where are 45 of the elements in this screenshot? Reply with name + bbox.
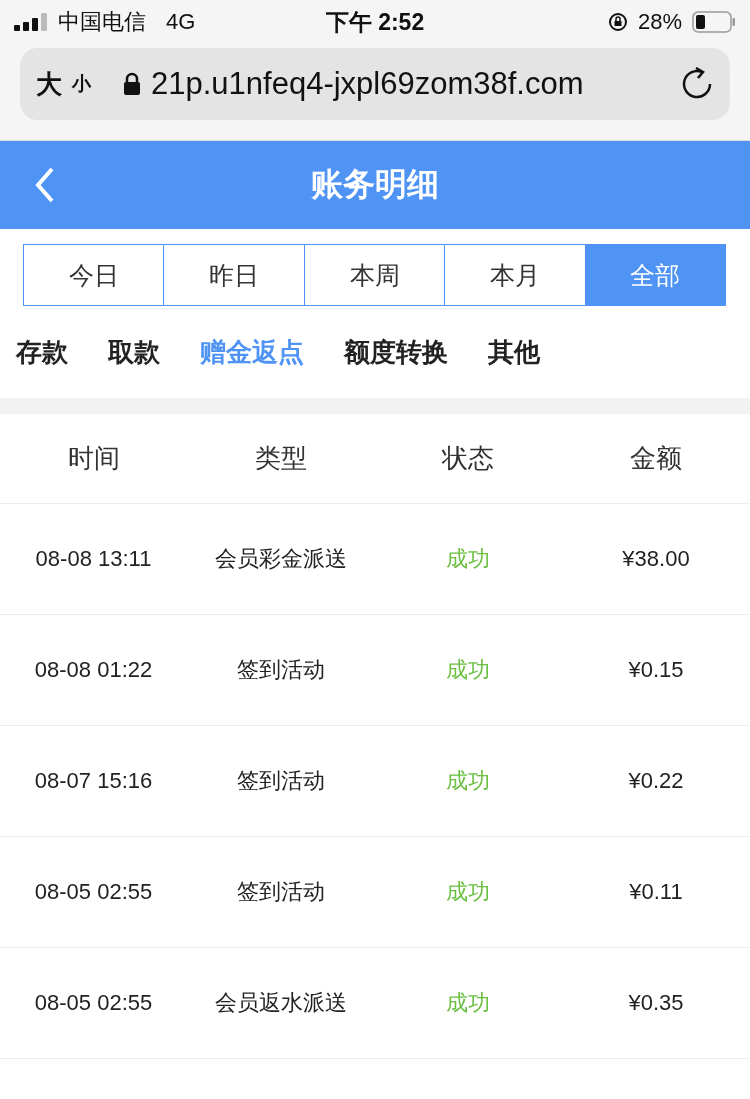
lock-icon [123, 72, 141, 96]
period-tab[interactable]: 昨日 [163, 244, 305, 306]
text-size-large[interactable]: 大 [36, 66, 62, 102]
battery-icon [692, 11, 736, 33]
url-field[interactable]: 21p.u1nfeq4-jxpl69zom38f.com [151, 66, 672, 102]
carrier-name: 中国电信 [58, 8, 146, 36]
type-cell-text: 会员返水派送 [213, 989, 348, 1017]
time-cell-text: 08-05 02:55 [33, 879, 154, 905]
status-cell-text: 成功 [445, 989, 491, 1017]
time-cell-text: 08-05 02:55 [33, 990, 154, 1016]
period-tab[interactable]: 本月 [444, 244, 586, 306]
type-cell-text: 会员彩金派送 [213, 545, 348, 573]
battery-percent: 28% [637, 9, 682, 35]
text-size-small[interactable]: 小 [72, 71, 91, 97]
column-header: 金额 [629, 442, 683, 475]
page-title: 账务明细 [311, 165, 439, 204]
type-cell-text: 签到活动 [235, 656, 326, 684]
reload-icon[interactable] [682, 67, 714, 101]
network-type: 4G [166, 9, 196, 35]
signal-icon [14, 13, 48, 31]
category-tab[interactable]: 额度转换 [344, 334, 448, 370]
period-tab[interactable]: 今日 [23, 244, 165, 306]
status-cell-text: 成功 [445, 767, 491, 795]
status-cell-text: 成功 [445, 656, 491, 684]
category-tab[interactable]: 取款 [108, 334, 160, 370]
clock: 下午 2:52 [325, 7, 425, 37]
column-header: 状态 [440, 442, 495, 475]
amount-cell-text: ¥38.00 [621, 546, 691, 572]
status-cell-text: 成功 [445, 545, 491, 573]
status-cell-text: 成功 [445, 878, 491, 906]
category-tab[interactable]: 存款 [16, 334, 68, 370]
period-tab[interactable]: 本周 [303, 244, 446, 306]
time-cell-text: 08-08 13:11 [34, 546, 153, 572]
rotation-lock-icon [607, 12, 628, 32]
amount-cell-text: ¥0.15 [627, 657, 685, 683]
amount-cell-text: ¥0.22 [627, 768, 685, 794]
time-cell-text: 08-07 15:16 [33, 768, 154, 794]
time-cell-text: 08-08 01:22 [33, 657, 154, 683]
amount-cell-text: ¥0.11 [628, 879, 684, 905]
category-tab[interactable]: 其他 [488, 334, 540, 370]
type-cell-text: 签到活动 [235, 878, 326, 906]
column-header: 类型 [253, 442, 308, 475]
type-cell-text: 签到活动 [235, 767, 326, 795]
amount-cell-text: ¥0.35 [627, 990, 685, 1016]
column-header: 时间 [66, 442, 121, 475]
